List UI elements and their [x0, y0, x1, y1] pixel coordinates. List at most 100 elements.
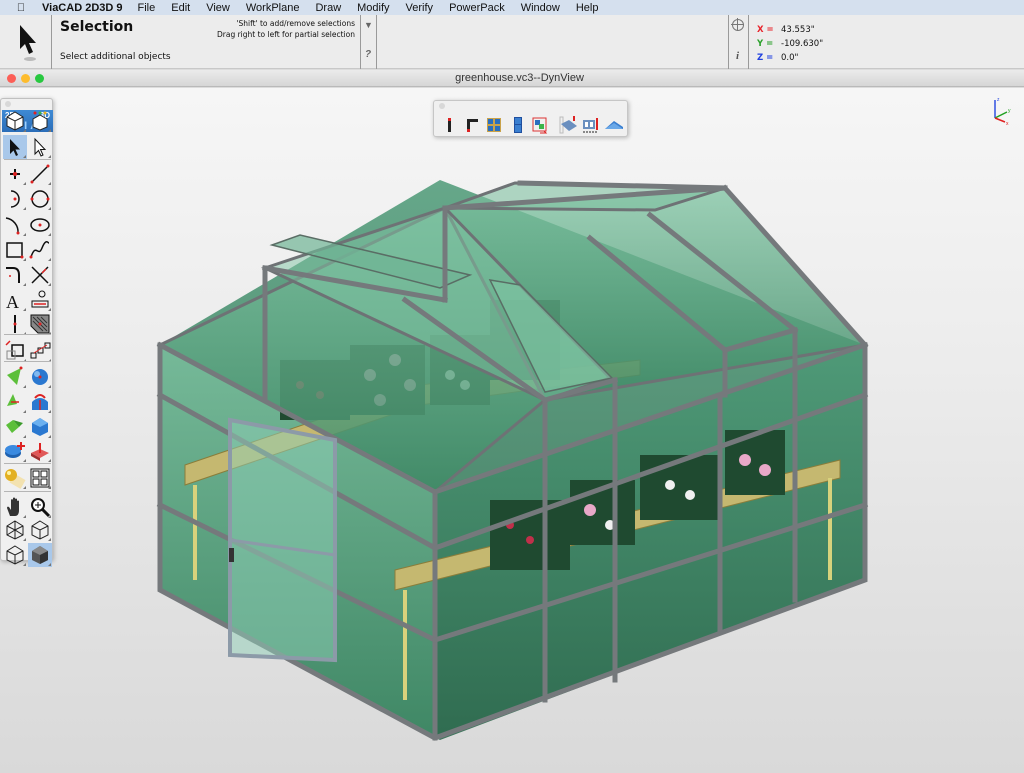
coordinate-y-value: -109.630": [781, 39, 824, 49]
menu-help[interactable]: Help: [576, 2, 599, 14]
fillet-icon[interactable]: [3, 263, 27, 287]
solid-addition-icon[interactable]: [3, 439, 27, 463]
roof-icon[interactable]: [604, 115, 624, 135]
object-link-icon[interactable]: [530, 115, 550, 135]
pan-hand-icon[interactable]: [3, 495, 27, 519]
select-icon[interactable]: [3, 135, 27, 159]
window-title-bar[interactable]: greenhouse.vc3--DynView: [0, 70, 1024, 87]
render-material-icon[interactable]: [3, 466, 27, 490]
palette-separator: [4, 159, 51, 160]
tool-title: Selection: [60, 19, 134, 35]
sphere-primitive-icon[interactable]: [28, 365, 52, 389]
transform-icon[interactable]: [3, 339, 27, 363]
divider: [376, 15, 377, 69]
arc-icon[interactable]: [3, 187, 27, 211]
coordinate-y-label: Y =: [757, 39, 774, 49]
help-button[interactable]: ?: [365, 49, 371, 60]
axis-triad: z y x: [994, 97, 1011, 126]
svg-text:x: x: [1006, 121, 1009, 126]
menu-powerpack[interactable]: PowerPack: [449, 2, 505, 14]
greenhouse-model[interactable]: [0, 88, 1024, 773]
menu-edit[interactable]: Edit: [171, 2, 190, 14]
svg-text:z: z: [997, 97, 1000, 103]
tool-prompt: Select additional objects: [60, 52, 171, 62]
stair-icon[interactable]: [581, 115, 601, 135]
shaded-view-icon[interactable]: [28, 543, 52, 567]
text-icon[interactable]: A: [3, 288, 27, 312]
solid-modify-icon[interactable]: [28, 390, 52, 414]
coordinate-z: Z = 0.0": [757, 53, 798, 63]
box-primitive-icon[interactable]: [28, 415, 52, 439]
tool-info-bar: Selection Select additional objects 'Shi…: [0, 15, 1024, 69]
pattern-icon[interactable]: [28, 339, 52, 363]
zoom-icon[interactable]: [28, 495, 52, 519]
apple-logo-icon[interactable]: : [14, 2, 28, 14]
x-axis: [994, 117, 1006, 123]
menu-draw[interactable]: Draw: [315, 2, 341, 14]
divider: [51, 15, 52, 69]
silhouette-view-icon[interactable]: [3, 543, 27, 567]
palette-separator: [4, 334, 51, 335]
window-icon[interactable]: [484, 115, 504, 135]
wireframe-view-icon[interactable]: [3, 518, 27, 542]
menu-verify[interactable]: Verify: [406, 2, 434, 14]
ellipse-icon[interactable]: [28, 213, 52, 237]
spline-icon[interactable]: [28, 238, 52, 262]
plant-panel: [640, 455, 720, 520]
coordinate-x-value: 43.553": [781, 25, 815, 35]
surface-loft-icon[interactable]: [3, 415, 27, 439]
divider: [748, 15, 749, 69]
rendered-view-icon[interactable]: [28, 109, 52, 133]
menu-bar:  ViaCAD 2D3D 9 File Edit View WorkPlane…: [0, 0, 1024, 15]
menu-view[interactable]: View: [206, 2, 230, 14]
menu-modify[interactable]: Modify: [357, 2, 389, 14]
shaded-edges-view-icon[interactable]: [3, 109, 27, 133]
plant-panel: [490, 500, 570, 570]
menu-workplane[interactable]: WorkPlane: [246, 2, 300, 14]
roof-slab-icon[interactable]: [559, 115, 579, 135]
open-door[interactable]: [228, 417, 337, 663]
toolbar-drag-handle[interactable]: [434, 101, 627, 111]
dimension-icon[interactable]: [28, 288, 52, 312]
svg-text:y: y: [1008, 108, 1011, 114]
menu-file[interactable]: File: [138, 2, 156, 14]
rectangle-icon[interactable]: [3, 238, 27, 262]
layout-views-icon[interactable]: [28, 466, 52, 490]
hint-drag: Drag right to left for partial selection: [217, 30, 355, 39]
menu-app-name[interactable]: ViaCAD 2D3D 9: [42, 2, 123, 14]
y-axis: [994, 111, 1008, 119]
wall-corner-icon[interactable]: [462, 115, 482, 135]
3d-viewport[interactable]: z y x: [0, 88, 1024, 773]
divider: [360, 15, 361, 69]
hidden-line-view-icon[interactable]: [28, 518, 52, 542]
circle-icon[interactable]: [28, 187, 52, 211]
door-handle[interactable]: [229, 548, 234, 562]
window-title: greenhouse.vc3--DynView: [455, 72, 584, 84]
coordinate-x-label: X =: [757, 25, 774, 35]
door-icon[interactable]: [508, 115, 528, 135]
crosshair-snap-icon[interactable]: [731, 18, 744, 31]
select-subobject-icon[interactable]: [28, 135, 52, 159]
line-icon[interactable]: [28, 162, 52, 186]
surface-edit-icon[interactable]: [3, 390, 27, 414]
arc-tangent-icon[interactable]: [3, 213, 27, 237]
toolbar-separator: [552, 115, 564, 135]
divider: [728, 15, 729, 69]
centerline-icon[interactable]: [3, 312, 27, 336]
palette-drag-handle[interactable]: [1, 99, 52, 109]
menu-window[interactable]: Window: [521, 2, 560, 14]
hatch-icon[interactable]: [28, 312, 52, 336]
point-icon[interactable]: [3, 162, 27, 186]
coordinate-y: Y = -109.630": [757, 39, 823, 49]
svg-text:A: A: [6, 292, 19, 312]
selection-arrow-icon: [12, 19, 46, 65]
surface-icon[interactable]: [3, 365, 27, 389]
palette-separator: [4, 463, 51, 464]
wall-icon[interactable]: [440, 115, 460, 135]
info-button[interactable]: i: [736, 50, 739, 62]
coordinate-x: X = 43.553": [757, 25, 815, 35]
palette-separator: [4, 491, 51, 492]
trim-icon[interactable]: [28, 263, 52, 287]
extrude-icon[interactable]: [28, 439, 52, 463]
options-dropdown-button[interactable]: ▼: [364, 20, 373, 30]
